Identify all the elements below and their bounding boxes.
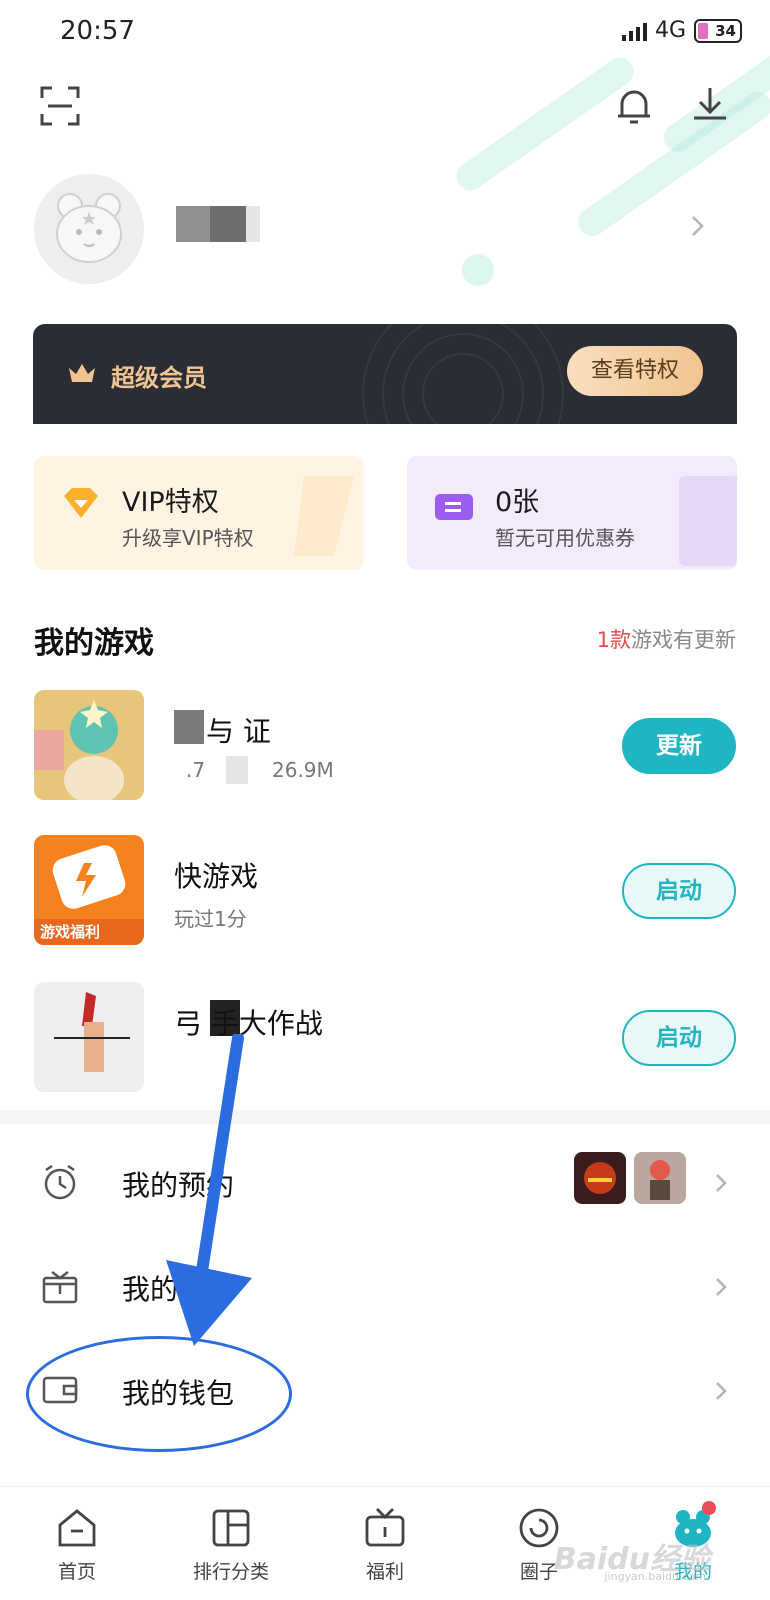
- thumb-label: 游戏福利: [40, 923, 101, 941]
- redacted-mask: [174, 710, 204, 744]
- welfare-tv-icon: [365, 1508, 405, 1547]
- tab-home[interactable]: 首页: [0, 1487, 154, 1600]
- menu-label: 我的礼包: [122, 1273, 235, 1306]
- gift-box-icon: [40, 1266, 80, 1306]
- ticket-icon: [431, 484, 477, 530]
- battery-level: 34: [715, 21, 736, 40]
- coupon-card[interactable]: 0张 暂无可用优惠券: [407, 456, 737, 570]
- super-vip-banner[interactable]: 超级会员 查看特权: [33, 324, 737, 424]
- view-privileges-button[interactable]: 查看特权: [567, 346, 703, 396]
- menu-item-wallet[interactable]: 我的钱包: [0, 1346, 770, 1436]
- game-thumbnail: [34, 690, 144, 800]
- status-indicators: 4G 34: [621, 18, 742, 43]
- my-games-title: 我的游戏: [34, 626, 154, 661]
- game-thumbnail: 游戏福利: [34, 835, 144, 945]
- chevron-right-icon[interactable]: [690, 214, 706, 238]
- username-redacted: [176, 206, 270, 242]
- header-decoration: [462, 254, 494, 286]
- diamond-icon: [58, 484, 104, 530]
- reserved-game-thumb: [574, 1152, 626, 1204]
- coupon-subtitle: 暂无可用优惠券: [495, 526, 635, 550]
- alarm-clock-icon: [40, 1162, 80, 1202]
- wallet-icon: [40, 1370, 80, 1410]
- tab-ranking[interactable]: 排行分类: [154, 1487, 308, 1600]
- vip-card-title: VIP特权: [122, 487, 219, 518]
- menu-item-gift-packs[interactable]: 我的礼包: [0, 1242, 770, 1332]
- game-size: 26.9M: [272, 758, 334, 782]
- menu-label: 我的预约: [122, 1169, 235, 1202]
- chevron-right-icon: [714, 1276, 728, 1298]
- status-bar: 20:57 4G 34: [0, 0, 770, 66]
- vip-card-subtitle: 升级享VIP特权: [122, 526, 254, 550]
- tab-welfare[interactable]: 福利: [308, 1487, 462, 1600]
- home-icon: [58, 1509, 96, 1547]
- battery-icon: 34: [694, 18, 742, 43]
- download-icon[interactable]: [688, 84, 732, 128]
- game-row[interactable]: 游戏福利 快游戏 玩过1分 启动: [0, 835, 770, 955]
- game-playtime: 玩过1分: [174, 907, 247, 931]
- launch-button[interactable]: 启动: [622, 863, 736, 919]
- section-divider: [0, 1110, 770, 1124]
- coupon-count: 0张: [495, 487, 540, 518]
- launch-button[interactable]: 启动: [622, 1010, 736, 1066]
- reserved-game-thumb: [634, 1152, 686, 1204]
- menu-label: 我的钱包: [122, 1377, 235, 1410]
- vip-privilege-card[interactable]: VIP特权 升级享VIP特权: [34, 456, 364, 570]
- game-thumbnail: [34, 982, 144, 1092]
- game-name: 弓 手大作战: [174, 1007, 323, 1040]
- chevron-right-icon: [714, 1172, 728, 1194]
- status-time: 20:57: [60, 16, 135, 46]
- game-name: 快游戏: [174, 860, 259, 893]
- watermark-url: jingyan.baidu.com: [604, 1570, 706, 1583]
- game-version: .7: [186, 758, 206, 782]
- username: [260, 206, 270, 242]
- network-type: 4G: [654, 18, 686, 43]
- update-text: 游戏有更新: [631, 628, 736, 652]
- nav-label: 福利: [365, 1561, 404, 1583]
- header-decoration: [450, 52, 640, 196]
- ranking-icon: [212, 1509, 250, 1547]
- game-row[interactable]: 弓 手大作战 启动: [0, 982, 770, 1102]
- nav-label: 排行分类: [192, 1561, 269, 1583]
- bell-icon[interactable]: [612, 84, 656, 128]
- redacted-mask: [226, 756, 248, 784]
- menu-item-reservations[interactable]: 我的预约: [0, 1138, 770, 1228]
- crown-icon: [67, 360, 97, 386]
- chevron-right-icon: [714, 1380, 728, 1402]
- game-name: 与 证: [206, 715, 271, 748]
- update-button[interactable]: 更新: [622, 718, 736, 774]
- avatar[interactable]: [34, 174, 144, 284]
- scan-icon[interactable]: [38, 84, 82, 128]
- nav-label: 首页: [57, 1561, 96, 1583]
- game-row[interactable]: 与 证 .7 26.9M 更新: [0, 690, 770, 810]
- game-update-note[interactable]: 1款游戏有更新: [597, 624, 736, 654]
- update-count: 1款: [596, 628, 631, 652]
- vip-title: 超级会员: [111, 364, 207, 392]
- notification-dot: [702, 1501, 716, 1515]
- signal-strength-icon: [621, 21, 647, 41]
